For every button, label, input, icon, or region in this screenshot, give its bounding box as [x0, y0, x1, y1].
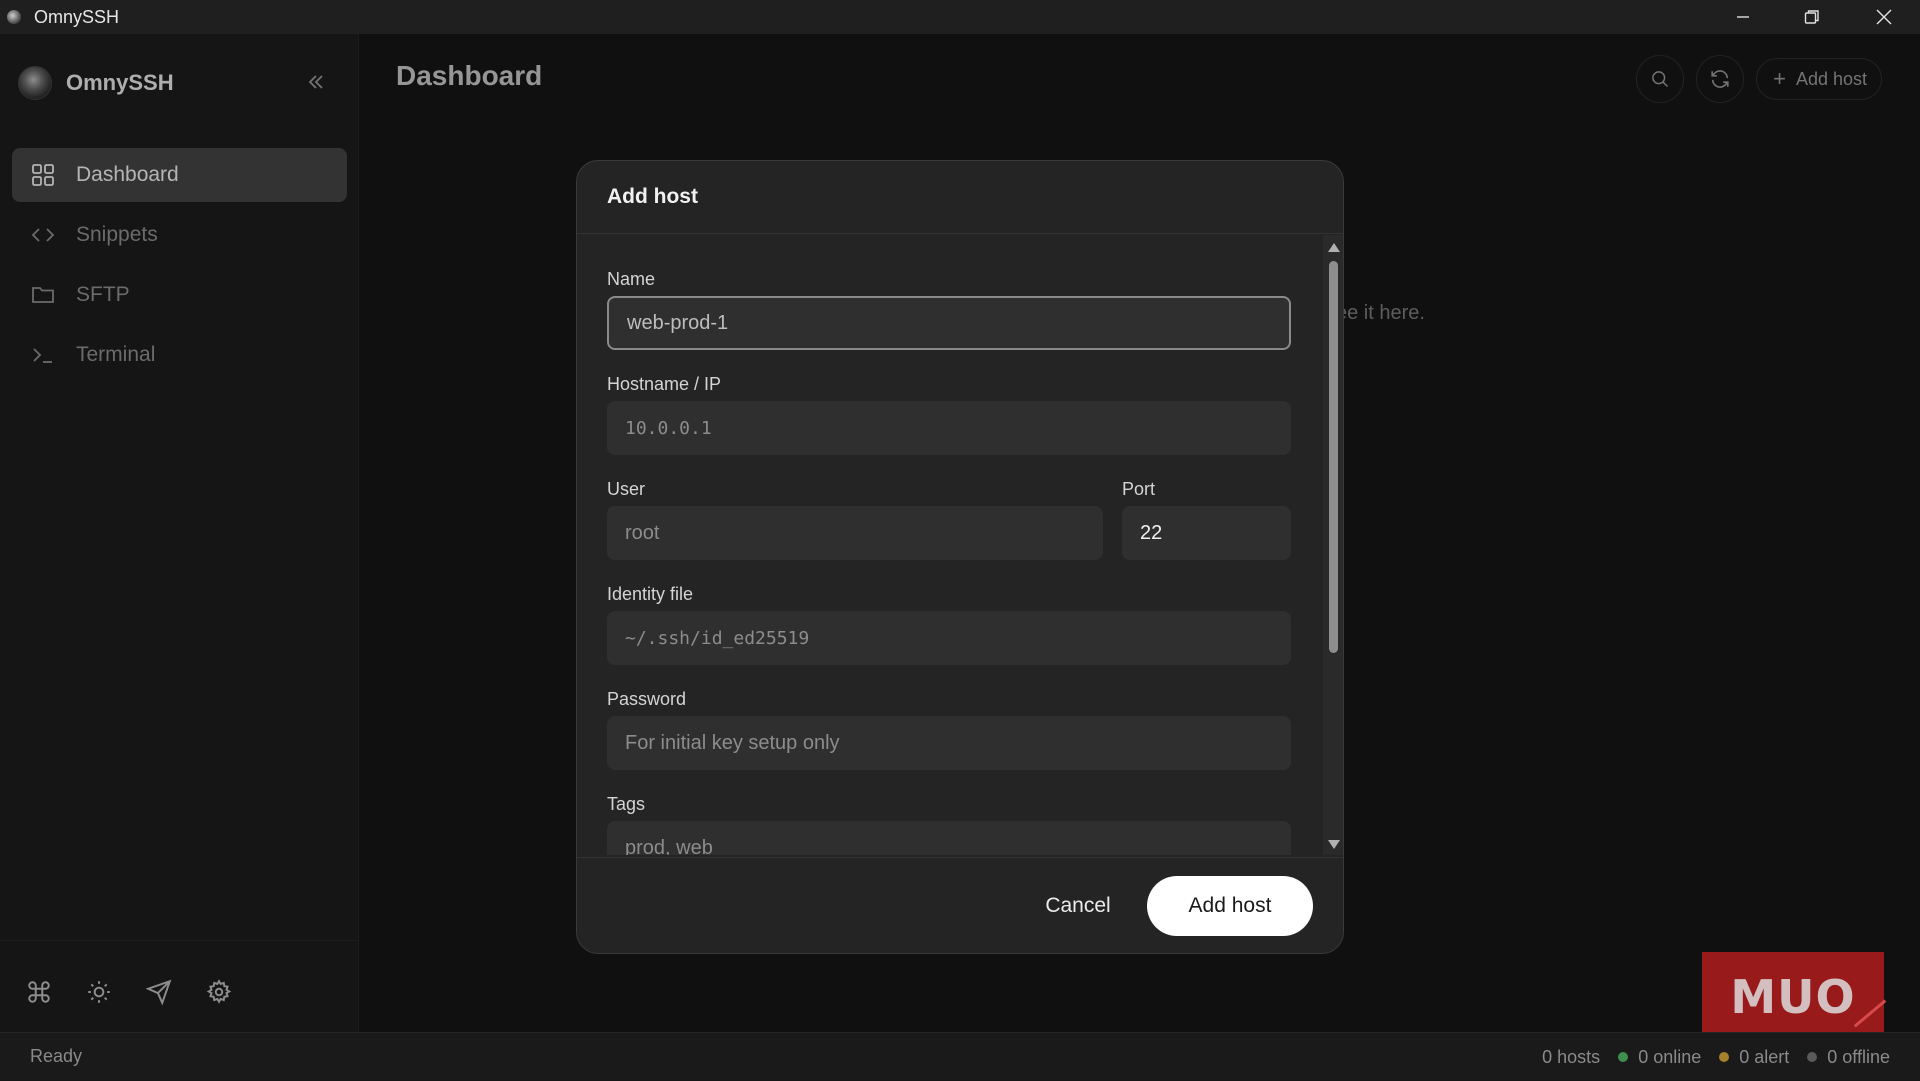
minimize-icon — [1737, 16, 1749, 18]
alert-count: 0 alert — [1719, 1047, 1789, 1068]
port-label: Port — [1122, 479, 1156, 499]
tags-field[interactable]: prod, web — [607, 821, 1291, 855]
offline-count-label: 0 offline — [1827, 1046, 1890, 1067]
status-bar: Ready 0 hosts 0 online 0 alert 0 offline — [0, 1032, 1920, 1080]
hostname-field[interactable]: 10.0.0.1 — [607, 401, 1291, 455]
online-count-label: 0 online — [1638, 1046, 1702, 1067]
hostname-label: Hostname / IP — [607, 374, 722, 394]
dialog-title: Add host — [607, 185, 698, 208]
dialog-header: Add host — [577, 161, 1343, 234]
title-bar: OmnySSH — [0, 0, 1920, 34]
identity-file-label: Identity file — [607, 584, 694, 604]
offline-count: 0 offline — [1807, 1047, 1890, 1068]
restore-icon — [1804, 10, 1819, 24]
user-field[interactable]: root — [607, 506, 1103, 560]
add-host-dialog: Add host Name web-prod-1 Hostname / IP 1… — [576, 160, 1344, 954]
minimize-button[interactable] — [1714, 0, 1772, 34]
scroll-up-arrow-icon[interactable] — [1328, 243, 1340, 252]
close-button[interactable] — [1855, 0, 1913, 34]
online-count: 0 online — [1618, 1047, 1701, 1068]
muo-watermark-logo: MUO — [1702, 952, 1884, 1042]
alert-dot-icon — [1719, 1052, 1730, 1062]
port-field[interactable]: 22 — [1122, 506, 1291, 560]
tags-label: Tags — [607, 794, 646, 814]
status-counts: 0 hosts 0 online 0 alert 0 offline — [1524, 1033, 1890, 1081]
password-label: Password — [607, 689, 687, 709]
user-label: User — [607, 479, 646, 499]
alert-count-label: 0 alert — [1739, 1046, 1790, 1067]
identity-file-field[interactable]: ~/.ssh/id_ed25519 — [607, 611, 1291, 665]
dialog-scrollbar[interactable] — [1323, 235, 1343, 855]
add-host-button[interactable]: Add host — [1147, 876, 1313, 936]
hosts-count-label: 0 hosts — [1542, 1046, 1601, 1067]
dialog-body: Name web-prod-1 Hostname / IP 10.0.0.1 U… — [577, 235, 1323, 855]
online-dot-icon — [1618, 1052, 1629, 1062]
close-icon — [1876, 9, 1892, 25]
dialog-footer: Cancel Add host — [577, 857, 1343, 953]
status-text: Ready — [30, 1046, 83, 1066]
name-field[interactable]: web-prod-1 — [607, 296, 1291, 350]
scroll-down-arrow-icon[interactable] — [1328, 840, 1340, 849]
hosts-count: 0 hosts — [1542, 1047, 1600, 1068]
restore-button[interactable] — [1783, 0, 1841, 34]
offline-dot-icon — [1807, 1052, 1818, 1062]
window-title: OmnySSH — [34, 6, 120, 27]
cancel-button[interactable]: Cancel — [1025, 876, 1131, 936]
app-icon — [7, 10, 21, 24]
password-field[interactable]: For initial key setup only — [607, 716, 1291, 770]
name-label: Name — [607, 269, 656, 289]
scrollbar-thumb[interactable] — [1329, 261, 1338, 653]
